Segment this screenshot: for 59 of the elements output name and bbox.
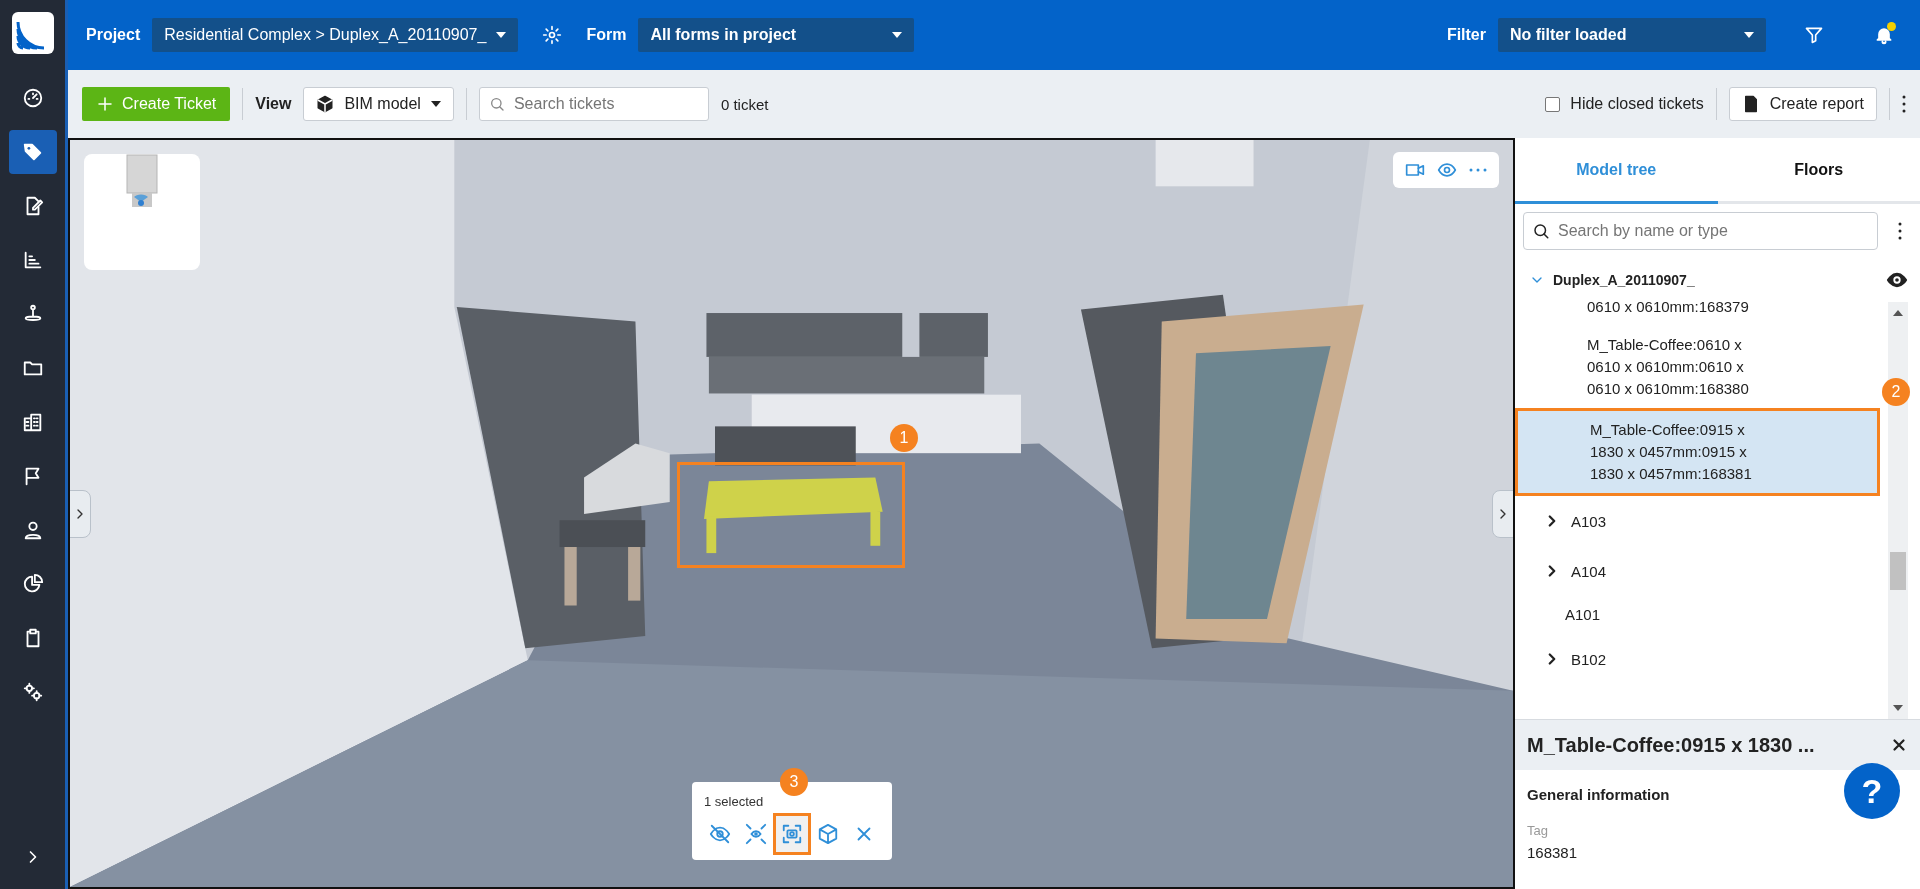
step-badge: 2: [1882, 378, 1910, 406]
scrollbar[interactable]: [1888, 302, 1908, 719]
cube-icon: [316, 95, 335, 113]
gears-icon: [21, 681, 44, 703]
plus-icon: [96, 95, 114, 113]
nav-item[interactable]: [8, 130, 57, 174]
close-button[interactable]: [1890, 736, 1908, 754]
dashboard-icon: [21, 87, 44, 109]
bell-icon: [1874, 25, 1894, 45]
more-button[interactable]: [1898, 222, 1902, 240]
filter-label: Filter: [1446, 26, 1486, 44]
form-label: Form: [586, 26, 627, 44]
tree-item[interactable]: M_Table-Coffee:0610 x 0610 x 0610mm:0610 x 0610 x 0610mm:168380: [1515, 326, 1880, 408]
pie-chart-icon: [21, 573, 44, 595]
search-field[interactable]: Search tickets: [478, 87, 709, 121]
checkbox[interactable]: [1545, 96, 1561, 112]
tree-item[interactable]: A104: [1515, 546, 1880, 596]
filter-icon: [1804, 25, 1824, 45]
view-dropdown[interactable]: BIM model: [303, 87, 454, 121]
filter-dropdown[interactable]: No filter loaded: [1498, 18, 1766, 52]
more-button[interactable]: [1902, 95, 1906, 113]
form-dropdown[interactable]: All forms in project: [638, 18, 915, 52]
create-report-button[interactable]: Create report: [1728, 87, 1877, 121]
eye-icon: [1437, 160, 1457, 180]
tree-item[interactable]: A101: [1515, 596, 1880, 634]
search-field[interactable]: Search by name or type: [1523, 212, 1878, 250]
expand-right-handle[interactable]: [1492, 490, 1513, 538]
toolbar-button[interactable]: [776, 816, 808, 852]
eye-off-icon: [709, 823, 731, 845]
checkbox-label: Hide closed tickets: [1570, 95, 1704, 113]
expand-left-handle[interactable]: [70, 490, 91, 538]
more-icon: [1469, 168, 1487, 172]
view-label: View: [255, 95, 292, 113]
details-title: M_Table-Coffee:0915 x 1830 ...: [1527, 733, 1815, 757]
selection-count: 1 selected: [704, 794, 764, 809]
more-icon: [1902, 95, 1906, 113]
more-icon: [1898, 222, 1902, 240]
floor-plan-drawing: [126, 154, 158, 208]
step-badge: 3: [780, 768, 808, 796]
field-value: 168381: [1526, 844, 1579, 861]
focus-eye-icon: [745, 823, 767, 845]
ticket-count: 0 ticket: [720, 95, 769, 113]
settings-icon: [542, 25, 563, 45]
field-label: Tag: [1526, 822, 1549, 840]
tree-item[interactable]: A103: [1515, 496, 1880, 546]
camera-frame-icon: [781, 823, 803, 845]
cube-icon: [817, 823, 839, 845]
close-icon: [1890, 736, 1908, 754]
tree-item[interactable]: M_Table-Coffee:0915 x 1830 x 0457mm:0915 x 1830 x 0457mm:168381: [1515, 408, 1880, 496]
tab[interactable]: Floors: [1717, 138, 1920, 204]
tree-item[interactable]: B102: [1515, 634, 1880, 684]
app-logo[interactable]: [11, 12, 54, 54]
section-heading: General information: [1527, 786, 1670, 803]
building-model-drawing[interactable]: [70, 140, 1513, 887]
project-dropdown[interactable]: Residential Complex > Duplex_A_20110907_: [152, 18, 519, 52]
buildings-icon: [21, 411, 44, 433]
tag-icon: [21, 141, 44, 163]
project-label: Project: [86, 26, 141, 44]
help-button[interactable]: ?: [1844, 763, 1900, 819]
